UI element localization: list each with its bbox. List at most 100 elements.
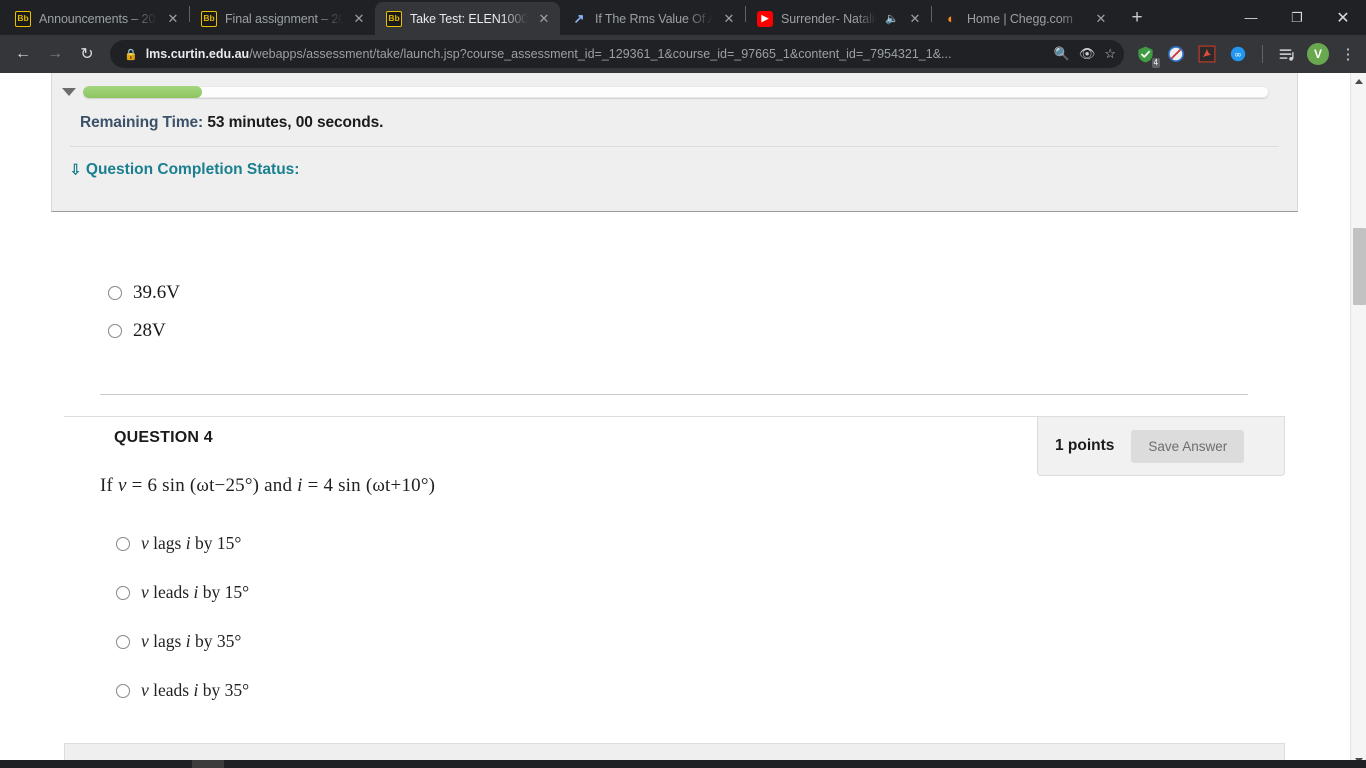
save-answer-button[interactable]: Save Answer	[1131, 429, 1245, 463]
answer-option-3[interactable]: v leads i by 35°	[116, 666, 1285, 715]
tab-title: Announcements – 2020	[39, 11, 157, 26]
answer-option-0[interactable]: v lags i by 15°	[116, 519, 1285, 568]
browser-tab-5[interactable]: ◐ Home | Chegg.com ✕	[932, 2, 1117, 35]
progress-row	[52, 73, 1297, 98]
scrollbar-thumb[interactable]	[1353, 228, 1366, 305]
remaining-time-value: 53 minutes, 00 seconds.	[207, 114, 384, 131]
new-tab-button[interactable]: +	[1123, 4, 1151, 32]
radio-button[interactable]	[108, 286, 122, 300]
remaining-time: Remaining Time: 53 minutes, 00 seconds.	[52, 98, 1297, 132]
progress-fill	[83, 86, 202, 98]
close-window-button[interactable]: ✕	[1320, 0, 1366, 35]
answer-label: v lags i by 15°	[141, 533, 242, 553]
grammarly-icon[interactable]: ∞	[1227, 43, 1249, 65]
chegg-icon: ◐	[947, 11, 955, 26]
address-bar[interactable]: 🔒 lms.curtin.edu.au/webapps/assessment/t…	[110, 40, 1124, 68]
browser-window: Bb Announcements – 2020 ✕ Bb Final assig…	[0, 0, 1366, 768]
blackboard-icon: Bb	[15, 10, 31, 27]
browser-tab-3[interactable]: ↗ If The Rms Value Of A S ✕	[560, 2, 745, 35]
youtube-icon: ▶	[757, 10, 773, 27]
radio-button[interactable]	[108, 324, 122, 338]
tab-title: Surrender- Natalie T	[781, 11, 877, 26]
prompt-variable-v: v	[118, 475, 127, 496]
prompt-suffix: = 4 sin (ωt+10°)	[302, 475, 436, 496]
tab-close-icon[interactable]: ✕	[536, 12, 552, 25]
tab-close-icon[interactable]: ✕	[351, 12, 367, 25]
scroll-up-icon[interactable]	[1351, 73, 1366, 89]
blackboard-icon: Bb	[201, 10, 217, 27]
prompt-prefix: If	[100, 475, 119, 496]
blackboard-icon: Bb	[386, 10, 402, 27]
radio-button[interactable]	[116, 683, 130, 698]
remaining-time-label: Remaining Time:	[80, 114, 204, 131]
lock-icon: 🔒	[124, 48, 138, 61]
block-icon[interactable]	[1165, 43, 1187, 65]
eye-crossed-icon[interactable]: 👁	[1079, 46, 1096, 62]
list-item[interactable]: 39.6V	[108, 282, 180, 304]
minimize-button[interactable]: —	[1228, 0, 1274, 35]
caret-down-icon[interactable]	[62, 88, 76, 96]
star-icon[interactable]: ☆	[1104, 46, 1116, 62]
test-sticky-header: Remaining Time: 53 minutes, 00 seconds. …	[51, 73, 1298, 212]
question-header: QUESTION 4 1 points Save Answer	[64, 417, 1285, 476]
playlist-icon[interactable]	[1276, 43, 1298, 65]
taskbar-handle	[192, 760, 224, 768]
url-domain: lms.curtin.edu.au	[145, 47, 250, 61]
section-divider	[100, 394, 1248, 395]
radio-button[interactable]	[116, 634, 130, 649]
tab-title: Take Test: ELEN1000 Fin	[410, 11, 528, 26]
radio-button[interactable]	[116, 536, 130, 551]
tab-audio-icon[interactable]: 🔈	[885, 12, 899, 25]
extension-toolbar: 4 ∞ V ⋮	[1134, 43, 1358, 68]
answer-label: v leads i by 35°	[141, 680, 250, 700]
test-page: 39.6V 28V QUESTION 4 1 points Save Answe	[0, 73, 1350, 768]
omnibox-icons: 🔍 👁 ☆	[1054, 46, 1116, 62]
window-controls: — ❐ ✕	[1228, 0, 1366, 35]
question-block: QUESTION 4 1 points Save Answer If v = 6…	[64, 416, 1285, 715]
browser-tab-2-active[interactable]: Bb Take Test: ELEN1000 Fin ✕	[375, 2, 560, 35]
reload-icon[interactable]: ↻	[72, 39, 102, 69]
adblock-shield-icon[interactable]: 4	[1134, 43, 1160, 68]
adobe-acrobat-icon[interactable]	[1196, 43, 1218, 65]
window-bottom-edge	[0, 760, 1366, 768]
zoom-icon[interactable]: 🔍	[1054, 46, 1070, 62]
option-label: 39.6V	[133, 282, 180, 303]
browser-tab-4[interactable]: ▶ Surrender- Natalie T 🔈 ✕	[746, 2, 931, 35]
forward-icon[interactable]: →	[40, 39, 70, 69]
chevron-double-down-icon: ⇩	[70, 161, 81, 178]
tab-close-icon[interactable]: ✕	[721, 12, 737, 25]
prompt-middle: = 6 sin (ωt−25°) and	[126, 475, 298, 496]
page-scrollbar[interactable]	[1350, 73, 1366, 768]
back-icon[interactable]: ←	[8, 39, 38, 69]
url-path: /webapps/assessment/take/launch.jsp?cour…	[249, 47, 952, 61]
question-completion-status-label: Question Completion Status:	[85, 161, 300, 178]
maximize-button[interactable]: ❐	[1274, 0, 1320, 35]
tab-title: Final assignment – 2020	[225, 11, 343, 26]
kebab-menu-icon[interactable]: ⋮	[1338, 45, 1358, 63]
browser-tab-1[interactable]: Bb Final assignment – 2020 ✕	[190, 2, 375, 35]
tab-title: If The Rms Value Of A S	[595, 11, 713, 26]
browser-toolbar: ← → ↻ 🔒 lms.curtin.edu.au/webapps/assess…	[0, 35, 1366, 73]
url-text: lms.curtin.edu.au/webapps/assessment/tak…	[146, 47, 1046, 61]
progress-track	[83, 86, 1269, 98]
points-box: 1 points Save Answer	[1037, 417, 1285, 476]
tab-close-icon[interactable]: ✕	[907, 12, 923, 25]
avatar[interactable]: V	[1307, 43, 1329, 65]
browser-tab-0[interactable]: Bb Announcements – 2020 ✕	[4, 2, 189, 35]
points-value: 1 points	[1055, 437, 1115, 454]
svg-text:∞: ∞	[1234, 50, 1242, 60]
tab-title: Home | Chegg.com	[967, 11, 1073, 26]
answer-options: v lags i by 15° v leads i by 15° v lags …	[64, 497, 1285, 715]
tab-close-icon[interactable]: ✕	[165, 12, 181, 25]
page-viewport: 39.6V 28V QUESTION 4 1 points Save Answe	[0, 73, 1366, 768]
option-label: 28V	[133, 320, 166, 341]
radio-button[interactable]	[116, 585, 130, 600]
list-item[interactable]: 28V	[108, 320, 166, 342]
question-number: QUESTION 4	[114, 429, 213, 446]
tab-close-icon[interactable]: ✕	[1093, 12, 1109, 25]
answer-option-1[interactable]: v leads i by 15°	[116, 568, 1285, 617]
adblock-badge: 4	[1151, 58, 1160, 68]
answer-option-2[interactable]: v lags i by 35°	[116, 617, 1285, 666]
question-completion-status[interactable]: ⇩ Question Completion Status:	[52, 147, 1297, 179]
answer-label: v leads i by 15°	[141, 582, 250, 602]
